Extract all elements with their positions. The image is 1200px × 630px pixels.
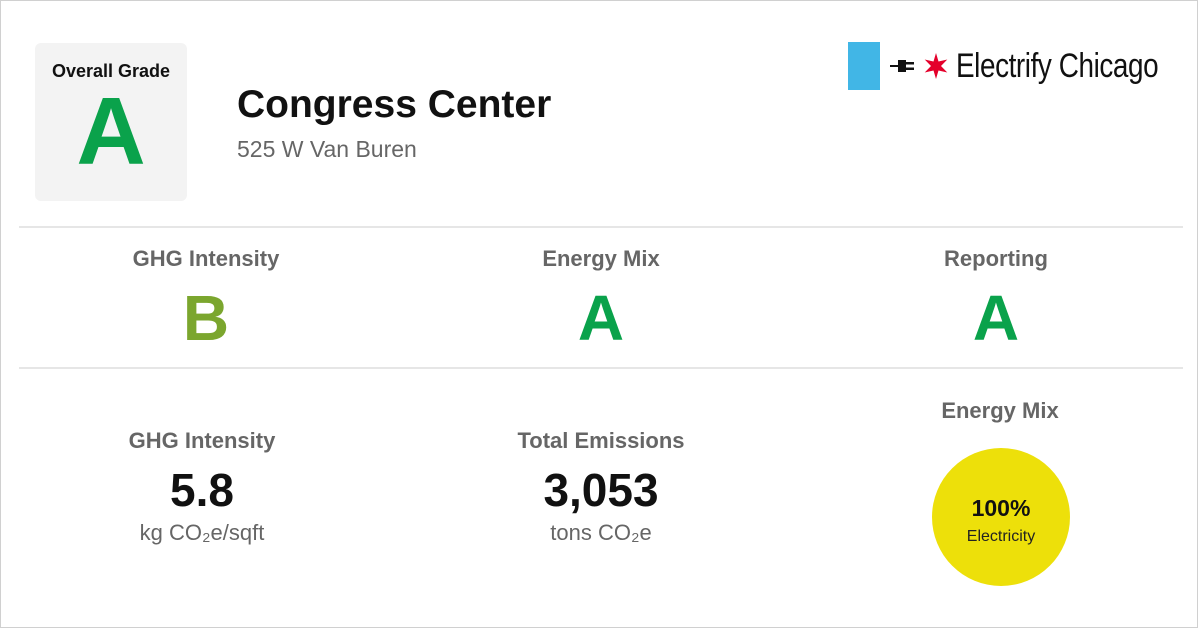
grade-energy-mix-label: Energy Mix (542, 246, 660, 271)
energy-mix-heading: Energy Mix (850, 398, 1150, 424)
grade-ghg-intensity: GHG Intensity B (56, 246, 356, 350)
metric-total-emissions: Total Emissions 3,053 tons CO₂e (451, 428, 751, 546)
metric-ghg-intensity: GHG Intensity 5.8 kg CO₂e/sqft (52, 428, 352, 546)
metric-emissions-value: 3,053 (543, 464, 659, 516)
metric-ghg-value: 5.8 (170, 464, 234, 516)
chicago-star-icon (924, 53, 948, 79)
energy-mix-electricity-circle: 100% Electricity (932, 448, 1070, 586)
grade-reporting-value: A (972, 282, 1020, 354)
metric-ghg-unit: kg CO₂e/sqft (139, 520, 265, 545)
grade-ghg-label: GHG Intensity (132, 246, 280, 271)
overall-grade-box: Overall Grade A (35, 43, 187, 201)
building-address: 525 W Van Buren (237, 136, 417, 162)
logo-blue-bar-icon (848, 42, 880, 90)
logo-text: Electrify Chicago (956, 46, 1159, 85)
metric-ghg-label: GHG Intensity (128, 428, 276, 453)
divider-middle (19, 367, 1183, 369)
grade-ghg-value: B (182, 282, 230, 354)
plug-icon (890, 60, 914, 72)
building-card: Overall Grade A Congress Center 525 W Va… (0, 0, 1198, 628)
metric-emissions-unit: tons CO₂e (550, 520, 652, 545)
energy-mix-label: Energy Mix (941, 398, 1059, 423)
energy-mix-source: Electricity (966, 528, 1036, 545)
overall-grade: A (76, 78, 146, 185)
grade-reporting: Reporting A (846, 246, 1146, 350)
grade-energy-mix-value: A (577, 282, 625, 354)
energy-mix-percent: 100% (971, 495, 1031, 521)
grade-reporting-label: Reporting (944, 246, 1048, 271)
divider-top (19, 226, 1183, 228)
building-name: Congress Center (237, 83, 552, 126)
grade-energy-mix: Energy Mix A (451, 246, 751, 350)
electrify-chicago-logo[interactable]: Electrify Chicago (848, 41, 1200, 91)
metric-emissions-label: Total Emissions (517, 428, 685, 453)
